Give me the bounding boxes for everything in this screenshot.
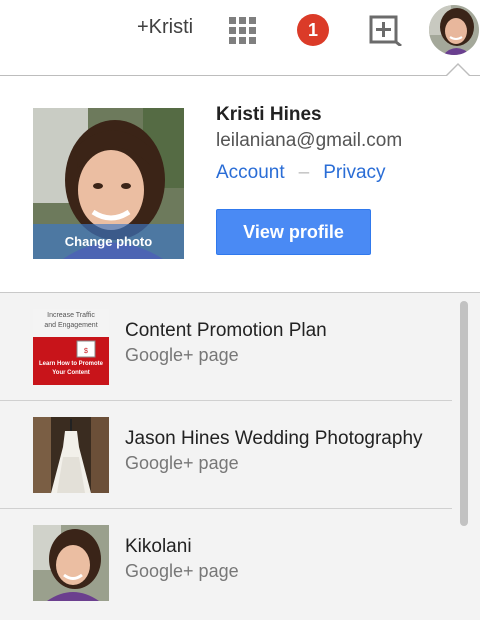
page-name: Kikolani [125, 536, 192, 557]
page-thumbnail: $ Increase Traffic and Engagement Learn … [33, 309, 109, 385]
account-link[interactable]: Account [216, 162, 285, 183]
notification-badge[interactable]: 1 [297, 14, 329, 46]
share-plus-icon[interactable] [368, 14, 402, 48]
page-type: Google+ page [125, 345, 239, 365]
page-name: Jason Hines Wedding Photography [125, 428, 423, 449]
page-name: Content Promotion Plan [125, 320, 327, 341]
plus-name-link[interactable]: +Kristi [137, 16, 193, 39]
change-photo-label[interactable]: Change photo [33, 224, 184, 259]
account-avatar[interactable] [429, 5, 479, 55]
page-type: Google+ page [125, 561, 239, 581]
apps-grid-icon[interactable] [229, 17, 257, 45]
page-item[interactable]: $ Increase Traffic and Engagement Learn … [0, 293, 452, 401]
view-profile-button[interactable]: View profile [216, 209, 371, 255]
profile-photo[interactable]: Change photo [33, 108, 184, 259]
dropdown-caret-fill [447, 65, 469, 76]
pages-scrollbar[interactable] [460, 301, 468, 526]
promo-line-3: Learn How to Promote [38, 361, 103, 367]
account-links: Account – Privacy [216, 162, 386, 184]
promo-line-4: Your Content [52, 370, 90, 376]
promo-line-2: and Engagement [44, 322, 98, 329]
link-separator: – [298, 162, 310, 183]
page-item[interactable]: Kikolani Google+ page [0, 509, 452, 617]
page-thumbnail [33, 417, 109, 493]
privacy-link[interactable]: Privacy [323, 162, 385, 183]
page-thumbnail [33, 525, 109, 601]
account-dropdown: Change photo Kristi Hines leilaniana@gma… [0, 75, 480, 620]
promo-line-1: Increase Traffic [47, 312, 95, 319]
current-account-block: Change photo Kristi Hines leilaniana@gma… [0, 76, 480, 292]
account-email: leilaniana@gmail.com [216, 130, 403, 151]
svg-text:$: $ [84, 348, 88, 355]
account-name: Kristi Hines [216, 104, 322, 125]
page-item[interactable]: Jason Hines Wedding Photography Google+ … [0, 401, 452, 509]
top-bar: +Kristi 1 [0, 0, 480, 62]
pages-list: $ Increase Traffic and Engagement Learn … [0, 292, 480, 620]
page-type: Google+ page [125, 453, 239, 473]
